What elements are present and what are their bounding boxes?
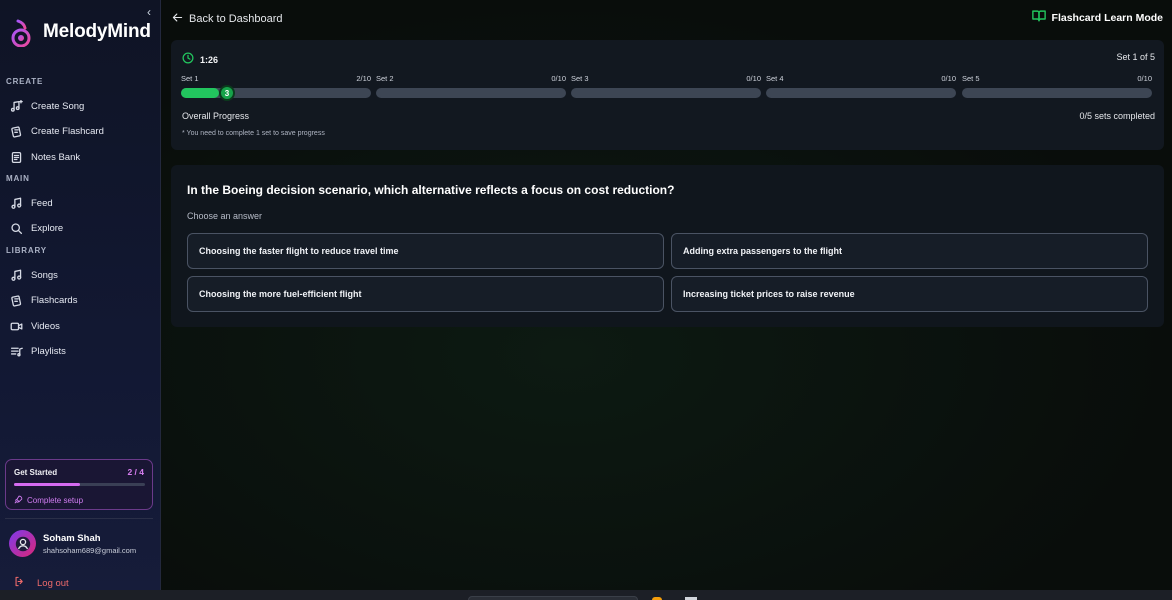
current-card-marker: 3 bbox=[219, 85, 235, 101]
set-name: Set 5 bbox=[962, 74, 980, 83]
music-plus-icon bbox=[9, 99, 23, 113]
sidebar-item-explore[interactable]: Explore bbox=[9, 219, 63, 237]
logo-icon bbox=[8, 17, 35, 48]
clock-icon bbox=[182, 51, 194, 69]
set-name: Set 2 bbox=[376, 74, 394, 83]
set-progress-track: 3 bbox=[181, 85, 371, 101]
get-started-title: Get Started bbox=[14, 468, 58, 477]
set-name: Set 3 bbox=[571, 74, 589, 83]
section-main: MAIN bbox=[6, 174, 30, 183]
set-progress-track bbox=[962, 88, 1152, 98]
rocket-icon bbox=[14, 491, 23, 509]
set-count: 0/10 bbox=[941, 74, 956, 83]
overall-progress-label: Overall Progress bbox=[182, 111, 250, 121]
set-count: 2/10 bbox=[356, 74, 371, 83]
back-label: Back to Dashboard bbox=[189, 13, 283, 25]
answer-label: Increasing ticket prices to raise revenu… bbox=[683, 289, 855, 299]
complete-setup-link[interactable]: Complete setup bbox=[14, 491, 83, 509]
playlist-icon bbox=[9, 344, 23, 358]
question-text: In the Boeing decision scenario, which a… bbox=[187, 183, 675, 197]
save-progress-note: * You need to complete 1 set to save pro… bbox=[182, 130, 325, 137]
brand-name: MelodyMind bbox=[43, 21, 151, 42]
avatar[interactable] bbox=[9, 530, 36, 557]
set-name: Set 4 bbox=[766, 74, 784, 83]
sidebar-item-label: Songs bbox=[31, 269, 58, 281]
set-count: 0/10 bbox=[551, 74, 566, 83]
section-library: LIBRARY bbox=[6, 246, 47, 255]
answer-label: Adding extra passengers to the flight bbox=[683, 246, 843, 256]
sidebar-divider bbox=[5, 518, 153, 519]
set-indicator: Set 1 of 5 bbox=[1116, 52, 1155, 62]
open-book-icon bbox=[1031, 9, 1046, 27]
get-started-count: 2 / 4 bbox=[127, 467, 144, 477]
music-note-icon bbox=[9, 268, 23, 282]
timer-value: 1:26 bbox=[200, 55, 219, 65]
sidebar-item-songs[interactable]: Songs bbox=[9, 266, 58, 284]
music-note-icon bbox=[9, 196, 23, 210]
set-progress-track bbox=[376, 88, 566, 98]
timer: 1:26 bbox=[182, 51, 218, 69]
sidebar-item-label: Create Song bbox=[31, 100, 85, 112]
search-icon bbox=[9, 221, 23, 235]
video-icon bbox=[9, 319, 23, 333]
user-email: shahsoham689@gmail.com bbox=[43, 546, 137, 555]
sidebar-item-label: Playlists bbox=[31, 345, 66, 357]
set-count: 0/10 bbox=[746, 74, 761, 83]
logout-label: Log out bbox=[37, 577, 69, 589]
cards-icon bbox=[9, 293, 23, 307]
arrow-left-icon bbox=[172, 10, 183, 28]
answer-label: Choosing the faster flight to reduce tra… bbox=[199, 246, 399, 256]
sidebar-item-notes-bank[interactable]: Notes Bank bbox=[9, 148, 80, 166]
answer-label: Choosing the more fuel-efficient flight bbox=[199, 289, 362, 299]
set-progress-track bbox=[571, 88, 761, 98]
notes-icon bbox=[9, 150, 23, 164]
get-started-progress-track bbox=[14, 483, 145, 486]
answer-option-1[interactable]: Choosing the faster flight to reduce tra… bbox=[187, 233, 664, 269]
cards-icon bbox=[9, 124, 23, 138]
section-create: CREATE bbox=[6, 77, 44, 86]
sets-completed: 0/5 sets completed bbox=[1079, 111, 1155, 121]
get-started-progress-fill bbox=[14, 483, 80, 486]
sidebar-item-create-flashcard[interactable]: Create Flashcard bbox=[9, 122, 104, 140]
sidebar-item-label: Create Flashcard bbox=[31, 125, 104, 137]
answer-hint: Choose an answer bbox=[187, 211, 263, 221]
complete-setup-label: Complete setup bbox=[27, 495, 84, 505]
mode-label: Flashcard Learn Mode bbox=[1051, 12, 1163, 24]
sidebar-item-label: Notes Bank bbox=[31, 151, 81, 163]
get-started-card[interactable]: Get Started 2 / 4 Complete setup bbox=[5, 459, 153, 510]
sidebar: ‹ MelodyMind CREATE Create Song Create F… bbox=[0, 0, 161, 600]
question-panel: In the Boeing decision scenario, which a… bbox=[171, 165, 1164, 327]
answer-option-4[interactable]: Increasing ticket prices to raise revenu… bbox=[671, 276, 1148, 312]
sidebar-item-create-song[interactable]: Create Song bbox=[9, 97, 84, 115]
sidebar-item-videos[interactable]: Videos bbox=[9, 317, 60, 335]
sidebar-item-label: Flashcards bbox=[31, 294, 78, 306]
user-icon bbox=[15, 536, 30, 551]
set-count: 0/10 bbox=[1137, 74, 1152, 83]
answer-option-3[interactable]: Choosing the more fuel-efficient flight bbox=[187, 276, 664, 312]
sidebar-item-playlists[interactable]: Playlists bbox=[9, 342, 66, 360]
sidebar-item-label: Feed bbox=[31, 197, 53, 209]
main-content: Back to Dashboard Flashcard Learn Mode 1… bbox=[161, 0, 1172, 590]
answer-option-2[interactable]: Adding extra passengers to the flight bbox=[671, 233, 1148, 269]
set-progress-fill bbox=[181, 88, 219, 98]
set-name: Set 1 bbox=[181, 74, 199, 83]
back-to-dashboard-link[interactable]: Back to Dashboard bbox=[172, 10, 283, 28]
sidebar-item-label: Explore bbox=[31, 222, 64, 234]
taskbar-search[interactable] bbox=[468, 596, 638, 600]
sidebar-item-flashcards[interactable]: Flashcards bbox=[9, 291, 77, 309]
set-progress-track bbox=[766, 88, 956, 98]
sidebar-item-label: Videos bbox=[31, 320, 60, 332]
brand[interactable]: MelodyMind bbox=[8, 17, 151, 48]
user-name: Soham Shah bbox=[43, 533, 101, 544]
progress-panel: 1:26 Set 1 of 5 Set 1 2/10 3 Set 2 0/10 … bbox=[171, 40, 1164, 150]
mode-indicator: Flashcard Learn Mode bbox=[1031, 9, 1163, 27]
sidebar-item-feed[interactable]: Feed bbox=[9, 194, 53, 212]
